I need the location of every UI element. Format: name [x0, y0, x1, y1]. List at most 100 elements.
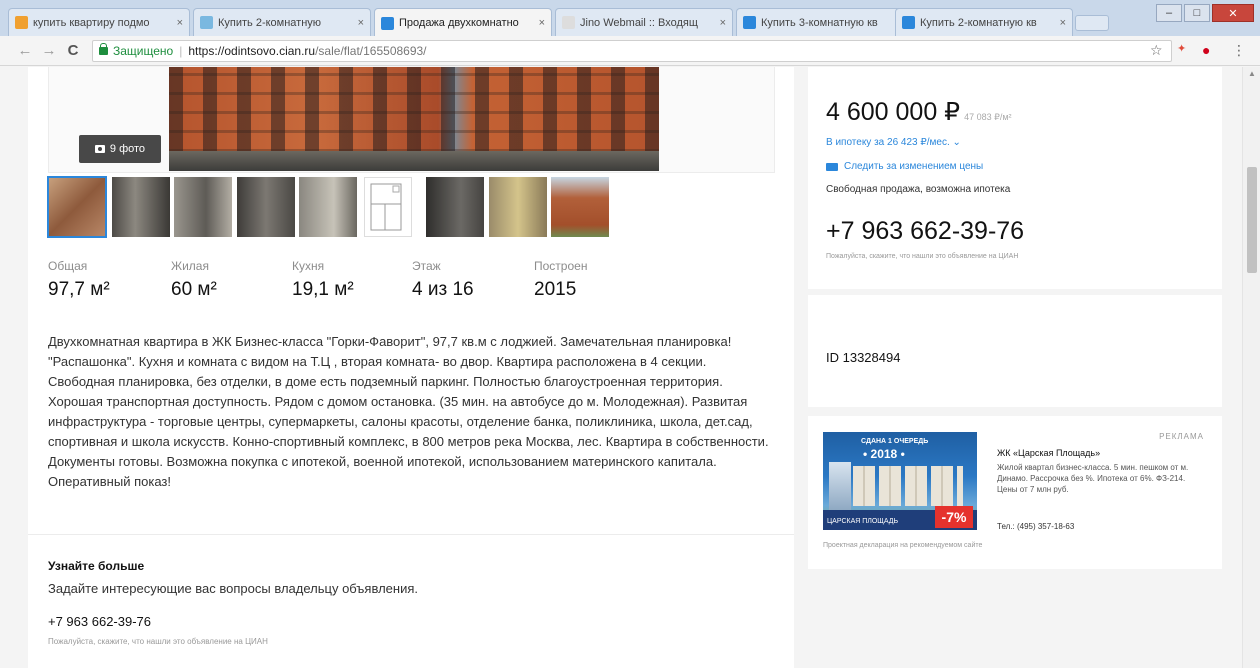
thumbnail[interactable]	[489, 177, 547, 237]
ad-label: РЕКЛАМА	[1159, 432, 1204, 441]
close-tab-icon[interactable]: ×	[358, 17, 364, 29]
tab-title: Продажа двухкомнатно	[399, 17, 519, 29]
page-content: 9 фото Общая 97,7 м² Жилая 60 м² Кухня 1…	[0, 67, 1242, 668]
browser-tab[interactable]: Купить 2-комнатную кв ×	[895, 8, 1073, 36]
ad-image-buildings	[853, 466, 963, 506]
ad-title[interactable]: ЖК «Царская Площадь»	[997, 448, 1100, 458]
price-value: 4 600 000 ₽	[826, 98, 961, 126]
close-tab-icon[interactable]: ×	[1060, 17, 1066, 29]
thumbnail[interactable]	[112, 177, 170, 237]
tab-title: Jino Webmail :: Входящ	[580, 16, 698, 29]
favicon-icon	[562, 16, 575, 29]
browser-tab[interactable]: Продажа двухкомнатно ×	[374, 8, 552, 37]
alert-icon[interactable]: ●	[1202, 42, 1210, 58]
owner-phone[interactable]: +7 963 662-39-76	[48, 614, 748, 629]
tab-strip: купить квартиру подмо × Купить 2-комнатную…	[0, 0, 1260, 37]
spec-label: Кухня	[292, 259, 325, 273]
reload-icon[interactable]: C	[64, 42, 82, 59]
menu-icon[interactable]: ⋮	[1232, 42, 1246, 59]
browser-tab[interactable]: Купить 3-комнатную кв×	[736, 8, 914, 36]
spec-label: Жилая	[171, 259, 209, 273]
listing-id: ID 13328494	[826, 350, 901, 365]
close-window-button[interactable]: ✕	[1212, 4, 1254, 22]
tab-title: купить квартиру подмо	[33, 16, 150, 29]
floor-plan-icon	[370, 183, 402, 231]
favicon-icon	[15, 16, 28, 29]
thumbnail[interactable]	[237, 177, 295, 237]
thumbnail[interactable]	[551, 177, 609, 237]
photo-count-badge[interactable]: 9 фото	[79, 135, 161, 163]
ad-image-tower	[829, 462, 851, 510]
tab-title: Купить 2-комнатную кв	[920, 16, 1037, 29]
sale-type: Свободная продажа, возможна ипотека	[826, 184, 1011, 195]
maximize-button[interactable]: □	[1184, 4, 1210, 22]
thumbnail[interactable]	[47, 176, 107, 238]
track-price-link[interactable]: Следить за изменением цены	[826, 161, 983, 172]
bookmark-star-icon[interactable]: ☆	[1150, 42, 1163, 59]
browser-tab[interactable]: Jino Webmail :: Входящ ×	[555, 8, 733, 36]
spec-living-area: Жилая 60 м²	[171, 259, 291, 301]
seller-phone[interactable]: +7 963 662-39-76	[826, 217, 1024, 246]
ad-text: Жилой квартал бизнес-класса. 5 мин. пешк…	[997, 463, 1189, 494]
favicon-icon	[200, 16, 213, 29]
spec-label: Общая	[48, 259, 88, 273]
photo-count-label: 9 фото	[109, 143, 146, 155]
camera-icon	[94, 145, 105, 153]
scroll-up-icon[interactable]: ▲	[1248, 69, 1256, 78]
browser-tab[interactable]: Купить 2-комнатную ×	[193, 8, 371, 36]
close-tab-icon[interactable]: ×	[720, 17, 726, 29]
price: 4 600 000 ₽47 083 ₽/м²	[826, 97, 1012, 127]
tab-title: Купить 3-комнатную кв	[761, 16, 878, 29]
id-card: ID 13328494	[808, 295, 1222, 407]
new-tab-button[interactable]	[1075, 15, 1109, 31]
ad-image-year: • 2018 •	[863, 447, 905, 461]
floor-plan-thumbnail[interactable]	[364, 177, 412, 237]
ad-phone[interactable]: Тел.: (495) 357-18-63	[997, 522, 1074, 531]
ad-card[interactable]: РЕКЛАМА СДАНА 1 ОЧЕРЕДЬ • 2018 • ЦАРСКАЯ…	[808, 416, 1222, 569]
spec-label: Построен	[534, 259, 588, 273]
spec-total-area: Общая 97,7 м²	[48, 259, 168, 301]
track-price-label: Следить за изменением цены	[844, 161, 984, 172]
learn-more-section: Узнайте больше Задайте интересующие вас …	[48, 559, 748, 646]
spec-label: Этаж	[412, 259, 441, 273]
thumbnail[interactable]	[426, 177, 484, 237]
section-divider	[28, 534, 794, 535]
ad-image-heading: СДАНА 1 ОЧЕРЕДЬ	[861, 438, 929, 445]
ad-note: Проектная декларация на рекомендуемом са…	[823, 542, 983, 549]
browser-tab[interactable]: купить квартиру подмо ×	[8, 8, 190, 36]
thumbnail[interactable]	[174, 177, 232, 237]
mail-icon	[826, 162, 838, 171]
url-separator: |	[179, 44, 183, 58]
mortgage-link[interactable]: В ипотеку за 26 423 ₽/мес. ⌄	[826, 137, 961, 148]
main-photo-frame[interactable]: 9 фото	[48, 67, 775, 173]
price-card: 4 600 000 ₽47 083 ₽/м² В ипотеку за 26 4…	[808, 67, 1222, 289]
spec-floor: Этаж 4 из 16	[412, 259, 532, 301]
thumbnail[interactable]	[299, 177, 357, 237]
lock-icon	[99, 43, 108, 55]
spec-kitchen-area: Кухня 19,1 м²	[292, 259, 412, 301]
favicon-icon	[902, 16, 915, 29]
extension-icon[interactable]: ✦	[1177, 42, 1186, 55]
spec-value: 4 из 16	[412, 279, 474, 300]
close-tab-icon[interactable]: ×	[177, 17, 183, 29]
close-tab-icon[interactable]: ×	[539, 17, 545, 29]
forward-icon[interactable]: →	[40, 42, 58, 59]
back-icon[interactable]: ←	[16, 42, 34, 59]
spec-year-built: Построен 2015	[534, 259, 654, 301]
spec-value: 2015	[534, 279, 577, 300]
spec-value: 19,1 м²	[292, 279, 354, 300]
minimize-button[interactable]: ‒	[1156, 4, 1182, 22]
main-photo[interactable]	[169, 67, 659, 171]
favicon-icon	[381, 16, 394, 30]
url-path: /sale/flat/165508693/	[315, 44, 427, 58]
browser-toolbar: ← → C Защищено | https://odintsovo.cian.…	[0, 36, 1260, 66]
tab-title: Купить 2-комнатную	[218, 16, 322, 29]
learn-more-title: Узнайте больше	[48, 559, 145, 573]
address-bar[interactable]: Защищено | https://odintsovo.cian.ru /sa…	[92, 40, 1172, 62]
page-scrollbar[interactable]: ▲	[1242, 67, 1260, 668]
phone-note: Пожалуйста, скажите, что нашли это объяв…	[826, 253, 1019, 260]
price-per-sqm: 47 083 ₽/м²	[964, 112, 1012, 122]
ad-image[interactable]: СДАНА 1 ОЧЕРЕДЬ • 2018 • ЦАРСКАЯ ПЛОЩАДЬ…	[823, 432, 977, 530]
listing-main: 9 фото Общая 97,7 м² Жилая 60 м² Кухня 1…	[28, 67, 794, 668]
scrollbar-thumb[interactable]	[1247, 167, 1257, 273]
